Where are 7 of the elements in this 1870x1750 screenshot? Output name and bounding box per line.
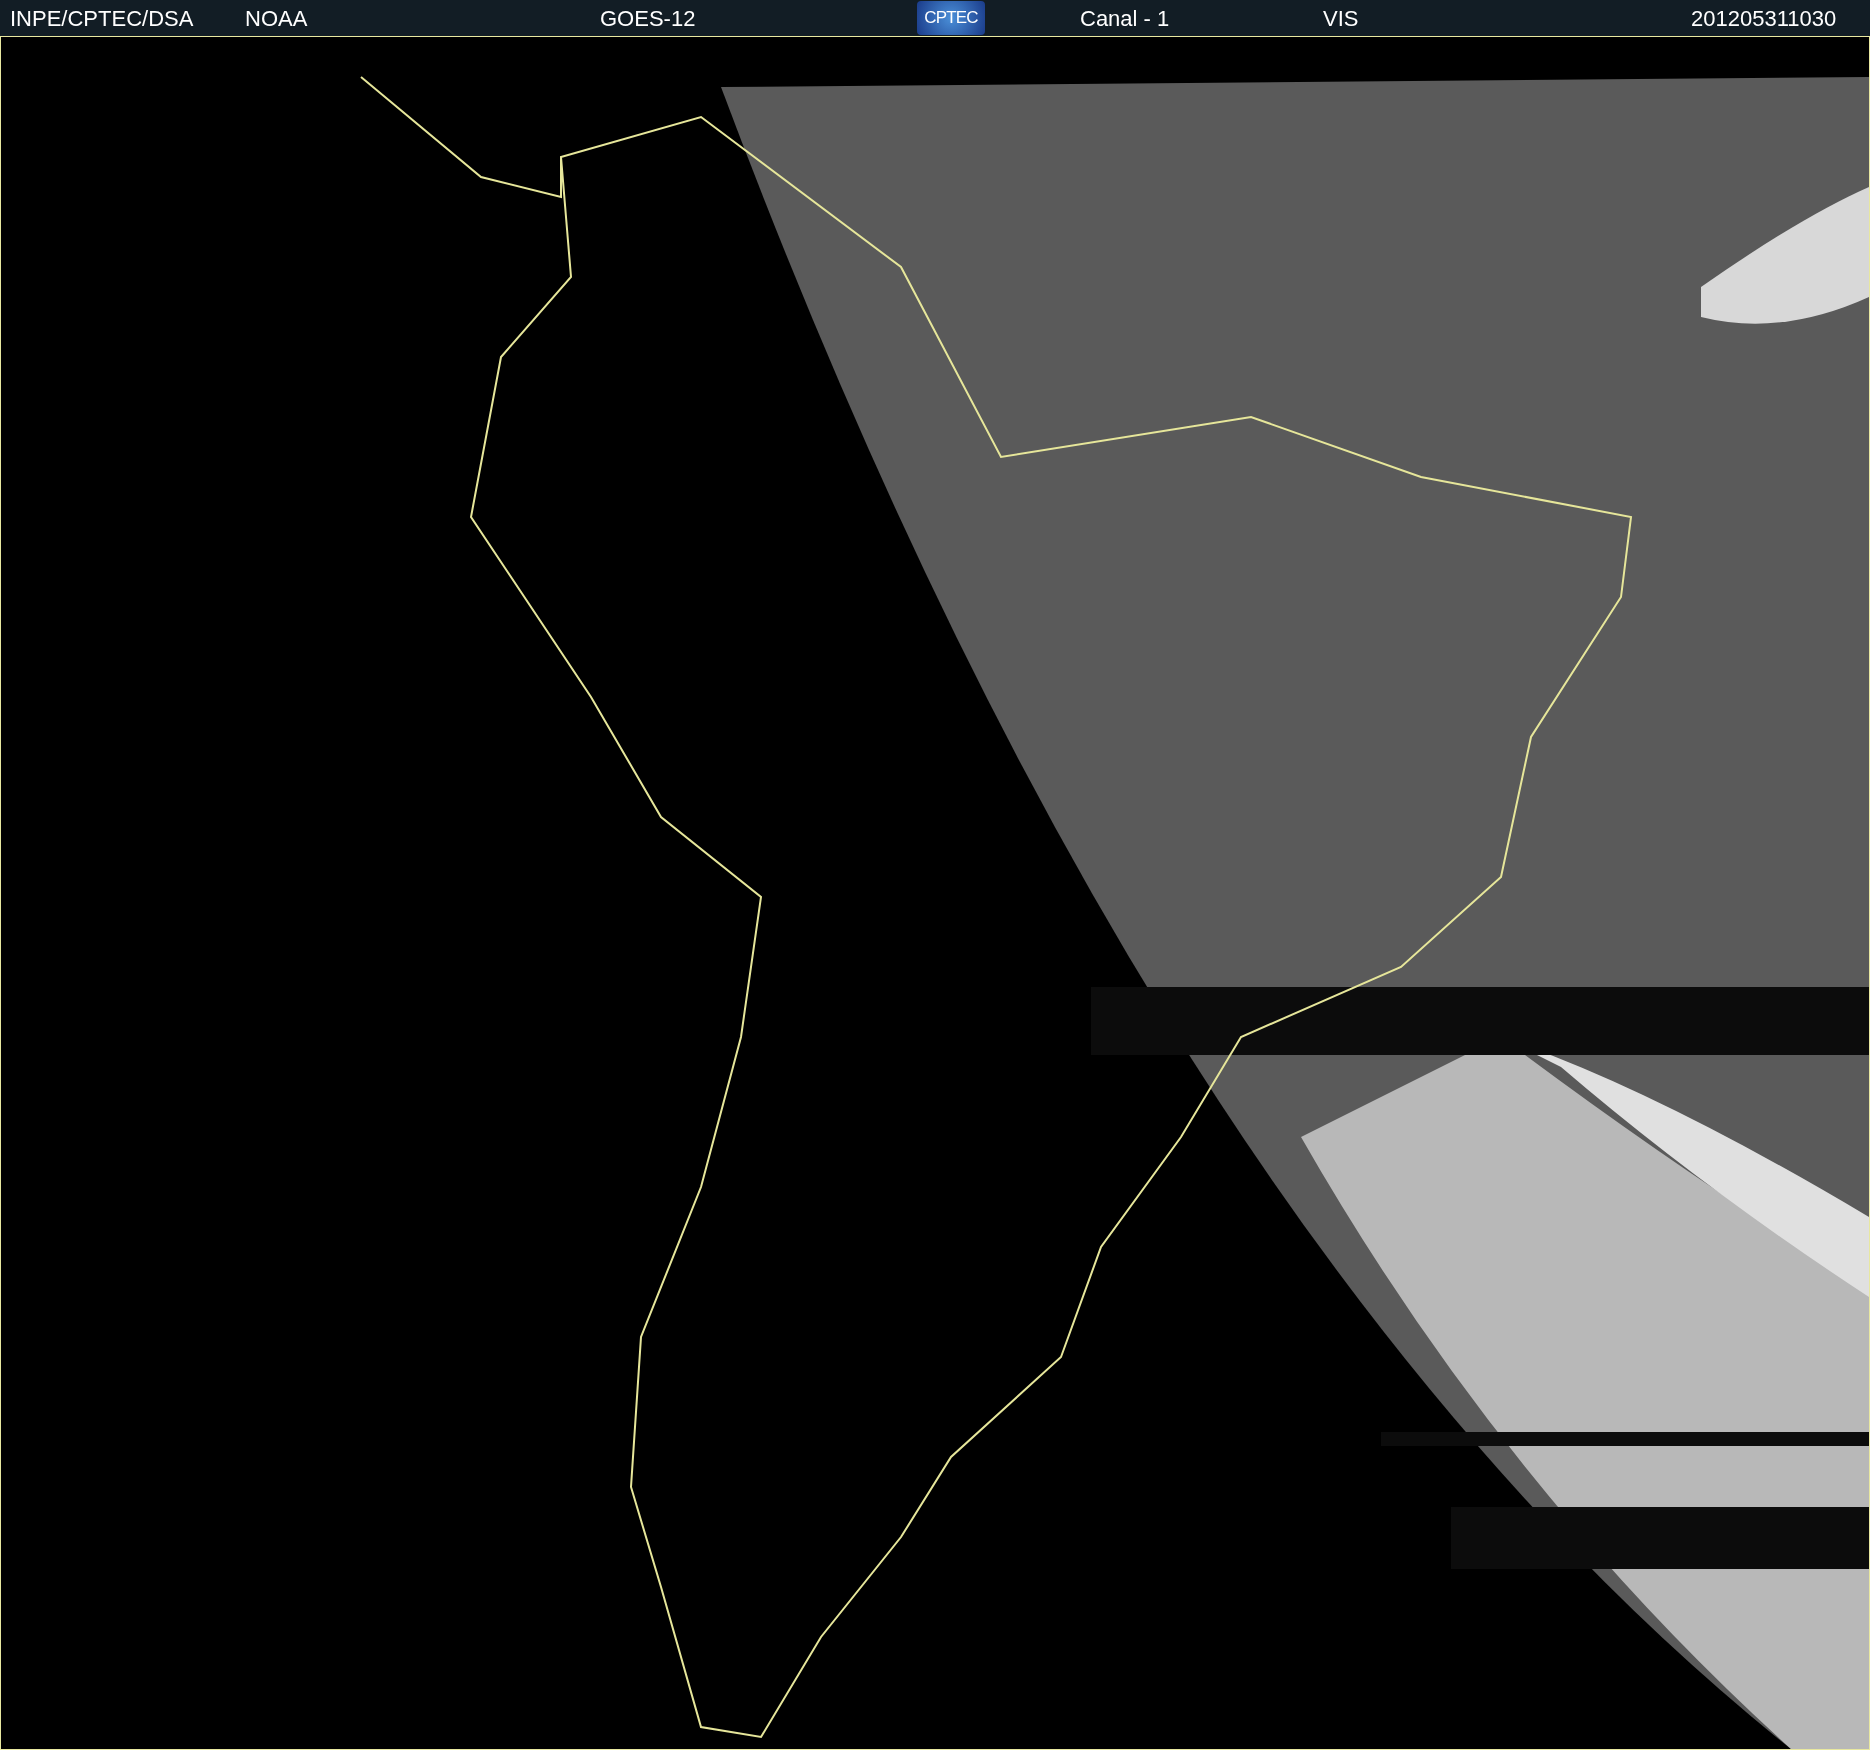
- timestamp-label: 201205311030: [1691, 4, 1837, 33]
- agency-label: INPE/CPTEC/DSA: [10, 4, 195, 33]
- source-label: NOAA: [245, 4, 309, 33]
- band-label: VIS: [1323, 4, 1360, 33]
- channel-label: Canal - 1: [1080, 4, 1171, 33]
- logo: CPTEC: [917, 1, 985, 35]
- satellite-label: GOES-12: [600, 4, 697, 33]
